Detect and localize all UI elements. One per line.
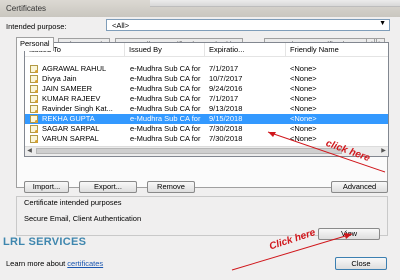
- certificate-icon: [30, 135, 38, 143]
- table-row[interactable]: JAIN SAMEER e-Mudhra Sub CA for ... 9/24…: [25, 84, 388, 94]
- cell-issued-by: e-Mudhra Sub CA for ...: [130, 134, 203, 143]
- cell-issued-by: e-Mudhra Sub CA for ...: [130, 114, 203, 123]
- certificate-icon: [30, 65, 38, 73]
- cell-expiration: 9/13/2018: [209, 104, 243, 113]
- cell-friendly-name: <None>: [290, 84, 317, 93]
- cell-issued-to: Divya Jain: [42, 74, 77, 83]
- brand-watermark: LRL SERVICES: [3, 236, 87, 248]
- column-header-expiration[interactable]: Expiratio...: [205, 43, 286, 56]
- background-window-strip: [150, 0, 400, 7]
- cell-expiration: 7/30/2018: [209, 124, 243, 133]
- table-row[interactable]: Divya Jain e-Mudhra Sub CA for ... 10/7/…: [25, 74, 388, 84]
- cell-issued-to: SAGAR SARPAL: [42, 124, 100, 133]
- cell-issued-to: JAIN SAMEER: [42, 84, 93, 93]
- certificate-icon: [30, 85, 38, 93]
- list-header: Issued To Issued By Expiratio... Friendl…: [25, 43, 388, 57]
- cell-issued-to: AGRAWAL RAHUL: [42, 64, 107, 73]
- learn-more-prefix: Learn more about: [6, 259, 68, 268]
- advanced-button[interactable]: Advanced: [331, 181, 388, 193]
- window-title: Certificates: [6, 4, 47, 13]
- remove-button[interactable]: Remove: [147, 181, 195, 193]
- cell-friendly-name: <None>: [290, 94, 317, 103]
- intended-purpose-label: Intended purpose:: [6, 22, 67, 31]
- certificates-link[interactable]: certificates: [67, 259, 103, 268]
- cell-friendly-name: <None>: [290, 124, 317, 133]
- table-row[interactable]: Ravinder Singh Kat... e-Mudhra Sub CA fo…: [25, 104, 388, 114]
- purposes-value: Secure Email, Client Authentication: [24, 214, 142, 223]
- certificate-icon: [30, 75, 38, 83]
- cell-expiration: 9/24/2016: [209, 84, 243, 93]
- cell-expiration: 7/1/2017: [209, 94, 239, 103]
- cell-friendly-name: <None>: [290, 74, 317, 83]
- table-row[interactable]: KUMAR RAJEEV e-Mudhra Sub CA for ... 7/1…: [25, 94, 388, 104]
- tab-personal[interactable]: Personal: [16, 37, 54, 51]
- import-button[interactable]: Import...: [24, 181, 69, 193]
- table-row[interactable]: AGRAWAL RAHUL e-Mudhra Sub CA for ... 7/…: [25, 64, 388, 74]
- cell-issued-to: REKHA GUPTA: [42, 114, 95, 123]
- cell-expiration: 9/15/2018: [209, 114, 243, 123]
- cell-issued-by: e-Mudhra Sub CA for ...: [130, 104, 203, 113]
- column-header-issued-by[interactable]: Issued By: [125, 43, 205, 56]
- table-row[interactable]: SAGAR SARPAL e-Mudhra Sub CA for ... 7/3…: [25, 124, 388, 134]
- scroll-right-icon[interactable]: ▶: [379, 147, 388, 156]
- table-row-selected[interactable]: REKHA GUPTA e-Mudhra Sub CA for ... 9/15…: [25, 114, 388, 124]
- cell-expiration: 10/7/2017: [209, 74, 243, 83]
- cell-issued-by: e-Mudhra Sub CA for ...: [130, 94, 203, 103]
- intended-purpose-select[interactable]: <All> ▼: [106, 19, 390, 31]
- scroll-left-icon[interactable]: ◀: [25, 147, 34, 156]
- purposes-legend: Certificate intended purposes: [24, 198, 122, 207]
- close-button[interactable]: Close: [335, 257, 387, 270]
- cell-issued-by: e-Mudhra Sub CA for ...: [130, 74, 203, 83]
- certificate-icon: [30, 125, 38, 133]
- column-header-friendly-name[interactable]: Friendly Name: [286, 43, 388, 56]
- cell-friendly-name: <None>: [290, 64, 317, 73]
- cell-issued-to: KUMAR RAJEEV: [42, 94, 101, 103]
- cell-issued-to: Ravinder Singh Kat...: [42, 104, 113, 113]
- export-button[interactable]: Export...: [79, 181, 137, 193]
- cell-friendly-name: <None>: [290, 104, 317, 113]
- cell-issued-by: e-Mudhra Sub CA for ...: [130, 84, 203, 93]
- cell-issued-to: VARUN SARPAL: [42, 134, 99, 143]
- title-bar: Certificates: [0, 0, 400, 18]
- scrollbar-thumb[interactable]: [36, 148, 342, 154]
- certificate-icon: [30, 115, 38, 123]
- cell-expiration: 7/1/2017: [209, 64, 239, 73]
- certificate-icon: [30, 95, 38, 103]
- cell-friendly-name: <None>: [290, 114, 317, 123]
- view-button[interactable]: View: [318, 228, 380, 240]
- cell-issued-by: e-Mudhra Sub CA for ...: [130, 64, 203, 73]
- intended-purpose-value: <All>: [112, 21, 130, 30]
- chevron-down-icon: ▼: [379, 20, 386, 27]
- certificate-icon: [30, 105, 38, 113]
- learn-more-text: Learn more about certificates: [6, 259, 103, 268]
- cell-expiration: 7/30/2018: [209, 134, 243, 143]
- cell-issued-by: e-Mudhra Sub CA for ...: [130, 124, 203, 133]
